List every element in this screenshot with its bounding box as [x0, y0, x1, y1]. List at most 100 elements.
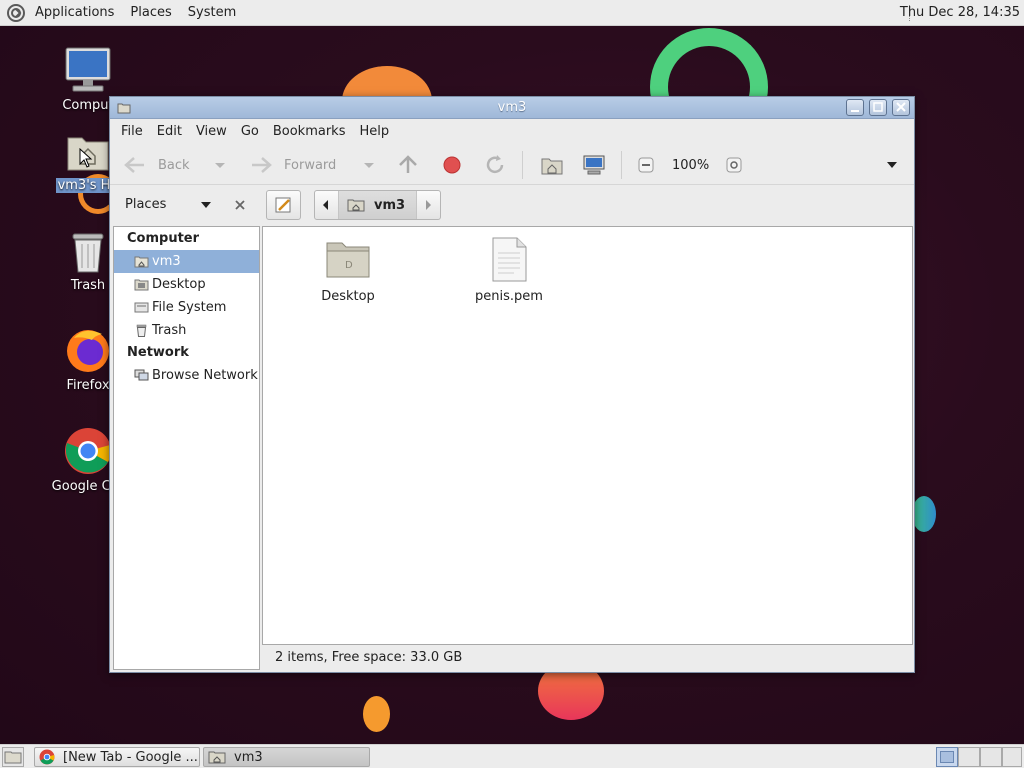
folder-icon: D — [326, 242, 370, 278]
back-label: Back — [158, 157, 190, 173]
sidebar-item-label: vm3 — [152, 254, 181, 269]
menu-go[interactable]: Go — [234, 119, 266, 145]
menu-edit[interactable]: Edit — [150, 119, 189, 145]
path-segment-label: vm3 — [374, 197, 406, 213]
menu-bookmarks[interactable]: Bookmarks — [266, 119, 353, 145]
reload-button[interactable] — [483, 151, 507, 179]
minimize-icon — [851, 110, 859, 112]
taskbar-item-chrome[interactable]: [New Tab - Google ... — [34, 747, 200, 767]
clock[interactable]: Thu Dec 28, 14:35 — [900, 0, 1020, 26]
close-icon — [896, 102, 906, 112]
status-bar: 2 items, Free space: 33.0 GB — [275, 650, 463, 665]
show-desktop-button[interactable] — [2, 747, 24, 767]
up-arrow-icon — [399, 155, 417, 173]
reload-icon — [486, 155, 504, 174]
places-menu[interactable]: Places — [122, 0, 179, 26]
applications-menu[interactable]: Applications — [0, 0, 122, 26]
svg-text:D: D — [345, 260, 353, 271]
toolbar-separator — [621, 151, 622, 179]
file-item-penis-pem[interactable]: penis.pem — [459, 237, 559, 304]
home-icon — [134, 256, 149, 268]
trash-icon — [136, 324, 147, 337]
file-name: penis.pem — [475, 289, 543, 304]
taskbar-item-label: vm3 — [234, 749, 263, 765]
file-manager-window: vm3 File Edit View Go Bookmarks Help Bac… — [109, 96, 915, 673]
path-bar: vm3 — [314, 190, 441, 220]
chevron-right-icon — [426, 200, 431, 210]
file-item-desktop[interactable]: D Desktop — [298, 237, 398, 304]
close-button[interactable] — [892, 99, 910, 116]
taskbar-item-vm3[interactable]: vm3 — [203, 747, 370, 767]
network-icon — [134, 369, 149, 381]
taskbar-item-label: [New Tab - Google ... — [63, 749, 198, 765]
places-selector[interactable]: Places — [125, 197, 166, 212]
text-file-icon — [492, 237, 527, 282]
sidebar-item-vm3[interactable]: vm3 — [114, 250, 259, 273]
file-view[interactable]: D Desktop penis.pem — [262, 226, 913, 645]
forward-history-dropdown[interactable] — [363, 151, 375, 179]
maximize-button[interactable] — [869, 99, 887, 116]
chevron-down-icon — [887, 162, 897, 168]
chevron-down-icon[interactable] — [200, 200, 212, 210]
workspace-3[interactable] — [980, 747, 1002, 767]
up-button[interactable] — [396, 151, 420, 179]
toggle-location-entry-button[interactable] — [266, 190, 301, 220]
distro-logo-icon — [7, 3, 25, 22]
zoom-in-icon — [726, 157, 742, 173]
maximize-icon — [873, 102, 883, 112]
menubar: File Edit View Go Bookmarks Help — [110, 119, 914, 145]
location-bar: Places vm3 — [110, 185, 914, 225]
toolbar-separator — [522, 151, 523, 179]
file-name: Desktop — [321, 289, 375, 304]
sidebar-header: Places — [110, 185, 260, 225]
workspace-1[interactable] — [936, 747, 958, 767]
chevron-left-icon — [323, 200, 328, 210]
close-sidebar-icon[interactable] — [234, 199, 246, 211]
path-segment-current[interactable]: vm3 — [339, 191, 416, 219]
menu-file[interactable]: File — [114, 119, 150, 145]
menu-help[interactable]: Help — [352, 119, 396, 145]
zoom-out-icon — [638, 157, 654, 173]
toolbar-overflow-button[interactable] — [886, 151, 898, 179]
workspace-2[interactable] — [958, 747, 980, 767]
sidebar-item-file-system[interactable]: File System — [114, 296, 259, 319]
sidebar-section-computer: Computer — [127, 231, 200, 246]
path-scroll-right-button[interactable] — [416, 191, 440, 219]
home-button[interactable] — [540, 151, 564, 179]
stop-button[interactable] — [441, 151, 463, 179]
desktop-icon — [134, 279, 149, 291]
places-menu-label: Places — [130, 5, 172, 20]
window-titlebar[interactable]: vm3 — [110, 97, 914, 119]
home-folder-icon — [541, 158, 563, 175]
back-button[interactable]: Back — [122, 151, 190, 179]
folder-icon — [208, 751, 226, 764]
back-history-dropdown[interactable] — [214, 151, 226, 179]
menu-view[interactable]: View — [189, 119, 234, 145]
sidebar-item-desktop[interactable]: Desktop — [114, 273, 259, 296]
chrome-icon — [65, 428, 111, 474]
firefox-icon — [67, 330, 109, 372]
sidebar-item-label: File System — [152, 300, 227, 315]
system-menu-label: System — [187, 5, 237, 20]
edit-icon — [275, 197, 291, 213]
zoom-out-button[interactable] — [637, 151, 655, 179]
path-scroll-left-button[interactable] — [315, 191, 339, 219]
minimize-button[interactable] — [846, 99, 864, 116]
zoom-in-button[interactable] — [725, 151, 743, 179]
applications-menu-label: Applications — [35, 5, 115, 20]
show-desktop-icon — [4, 751, 22, 764]
places-sidebar: Computer vm3 Desktop File System Trash N… — [113, 226, 260, 670]
desktop-icon-label: Comput — [62, 98, 114, 113]
top-panel: Applications Places System Thu Dec 28, 1… — [0, 0, 1024, 26]
computer-button[interactable] — [582, 151, 606, 179]
forward-button[interactable]: Forward — [248, 151, 336, 179]
sidebar-item-label: Browse Network — [152, 368, 258, 383]
back-arrow-icon — [124, 157, 144, 173]
system-menu[interactable]: System — [180, 0, 244, 26]
sidebar-item-trash[interactable]: Trash — [114, 319, 259, 342]
sidebar-item-browse-network[interactable]: Browse Network — [114, 364, 259, 387]
drive-icon — [134, 302, 149, 313]
workspace-4[interactable] — [1002, 747, 1022, 767]
computer-icon — [65, 47, 111, 92]
zoom-level[interactable]: 100% — [672, 151, 709, 179]
